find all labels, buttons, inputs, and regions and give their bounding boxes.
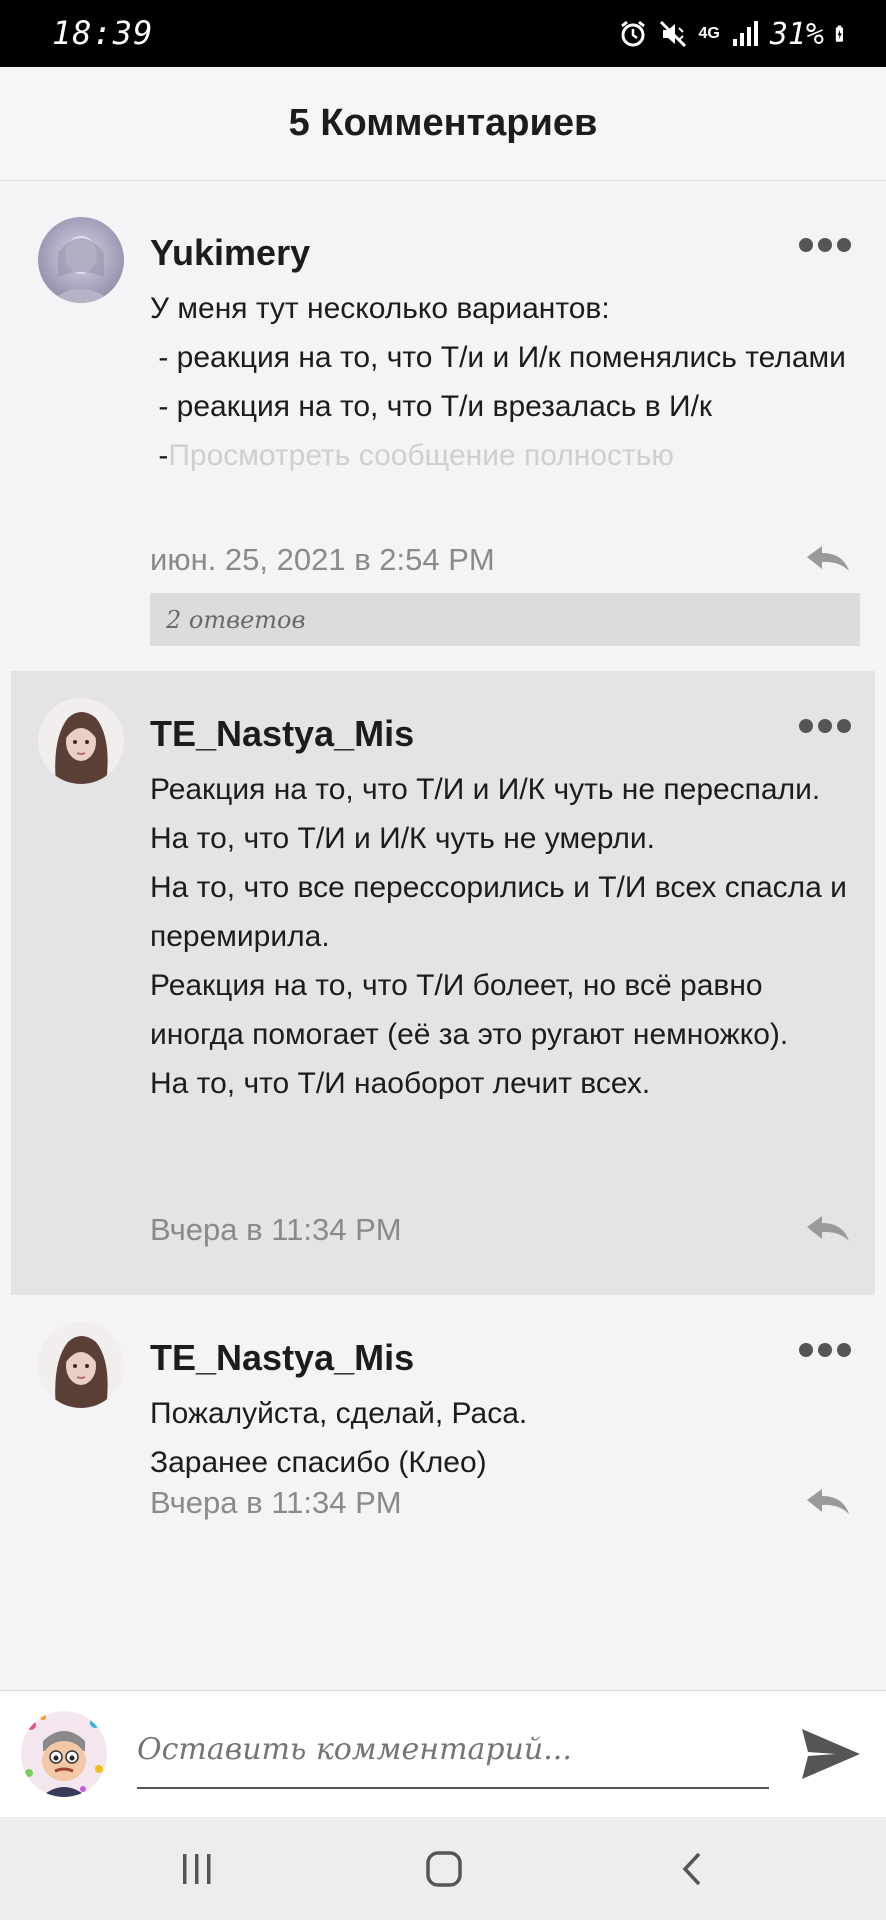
- current-user-avatar[interactable]: [21, 1711, 107, 1797]
- comment-line: Пожалуйста, сделай, Раса.: [150, 1397, 528, 1430]
- battery-percent: 31%: [769, 16, 824, 52]
- dot-icon: [799, 238, 813, 252]
- avatar[interactable]: [38, 217, 124, 303]
- comment-line: Заранее спасибо (Клео): [150, 1446, 487, 1479]
- comment-item[interactable]: TE_Nastya_Mis Пожалуйста, сделай, Раса. …: [11, 1295, 875, 1576]
- avatar[interactable]: [38, 1322, 124, 1408]
- comment-line: На то, что Т/И и И/К чуть не умерли.: [150, 822, 656, 855]
- comment-username[interactable]: TE_Nastya_Mis: [150, 1337, 414, 1379]
- comment-date: Вчера в 11:34 PM: [150, 1212, 402, 1247]
- alarm-icon: [621, 20, 646, 47]
- comment-username[interactable]: TE_Nastya_Mis: [150, 713, 414, 755]
- comment-text: У меня тут несколько вариантов: - реакци…: [150, 284, 850, 480]
- comment-list[interactable]: Yukimery У меня тут несколько вариантов:…: [11, 190, 875, 1576]
- dot-icon: [837, 238, 851, 252]
- status-bar: 18:39 4G 31%: [0, 0, 886, 67]
- reply-icon[interactable]: [805, 1214, 851, 1244]
- comment-input[interactable]: [137, 1711, 769, 1789]
- back-icon[interactable]: [673, 1849, 713, 1889]
- comment-item[interactable]: Yukimery У меня тут несколько вариантов:…: [11, 190, 875, 671]
- status-time: 18:39: [52, 14, 154, 52]
- dot-icon: [818, 1343, 832, 1357]
- dot-icon: [818, 238, 832, 252]
- more-options-button[interactable]: [799, 237, 851, 253]
- network-label: 4G: [698, 25, 720, 42]
- comment-date: Вчера в 11:34 PM: [150, 1485, 402, 1520]
- comment-line: Реакция на то, что Т/И и И/К чуть не пер…: [150, 773, 821, 806]
- comment-date: июн. 25, 2021 в 2:54 PM: [150, 542, 495, 577]
- system-nav-bar: [0, 1817, 886, 1920]
- comment-line: На то, что все перессорились и Т/И всех …: [150, 871, 847, 953]
- comments-header: 5 Комментариев: [0, 67, 886, 181]
- comment-username[interactable]: Yukimery: [150, 232, 310, 274]
- comment-compose-bar: [0, 1690, 886, 1818]
- comment-line: - реакция на то, что Т/и врезалась в И/к: [150, 390, 713, 423]
- comment-text: Реакция на то, что Т/И и И/К чуть не пер…: [150, 765, 850, 1108]
- comment-line-fragment: -: [150, 439, 169, 472]
- reply-icon[interactable]: [805, 544, 851, 574]
- comment-line: Реакция на то, что Т/И болеет, но всё ра…: [150, 969, 789, 1051]
- signal-icon: [732, 21, 758, 46]
- battery-charging-icon: [835, 25, 843, 42]
- send-icon[interactable]: [800, 1725, 862, 1783]
- more-options-button[interactable]: [799, 718, 851, 734]
- reply-icon[interactable]: [805, 1487, 851, 1517]
- avatar[interactable]: [38, 698, 124, 784]
- mute-vibrate-icon: [660, 20, 687, 48]
- comment-line: -Просмотреть сообщение полностью: [150, 431, 850, 480]
- comment-text: Пожалуйста, сделай, Раса. Заранее спасиб…: [150, 1389, 850, 1487]
- dot-icon: [837, 1343, 851, 1357]
- dot-icon: [799, 719, 813, 733]
- home-icon[interactable]: [424, 1849, 464, 1889]
- dot-icon: [837, 719, 851, 733]
- comment-item[interactable]: TE_Nastya_Mis Реакция на то, что Т/И и И…: [11, 671, 875, 1295]
- page-title: 5 Комментариев: [288, 102, 598, 144]
- dot-icon: [799, 1343, 813, 1357]
- dot-icon: [818, 719, 832, 733]
- view-full-message-link[interactable]: Просмотреть сообщение полностью: [168, 439, 674, 472]
- status-icons: 4G 31%: [618, 14, 852, 54]
- comment-line: - реакция на то, что Т/и и И/к поменялис…: [150, 341, 846, 374]
- comment-line: У меня тут несколько вариантов:: [150, 292, 610, 325]
- comment-line: На то, что Т/И наоборот лечит всех.: [150, 1067, 651, 1100]
- recent-apps-icon[interactable]: [177, 1849, 217, 1889]
- more-options-button[interactable]: [799, 1342, 851, 1358]
- replies-button[interactable]: 2 ответов: [150, 593, 860, 646]
